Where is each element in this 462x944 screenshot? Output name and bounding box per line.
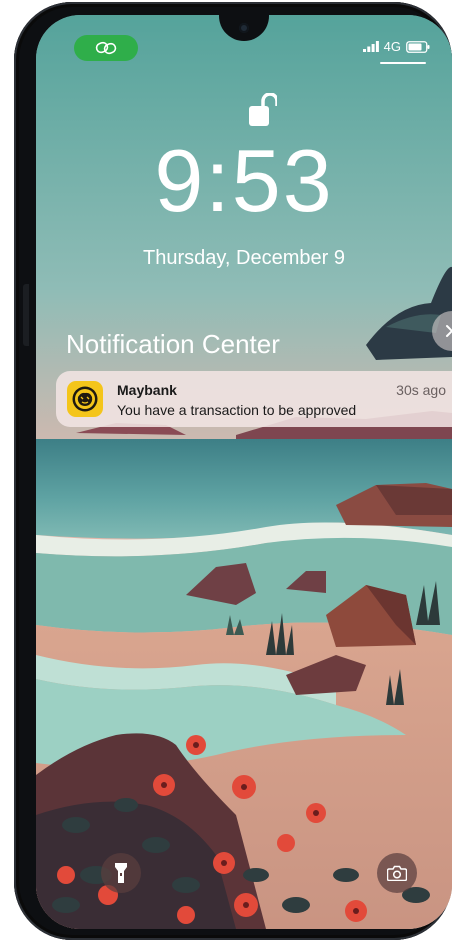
close-icon (446, 325, 452, 337)
notification-time: 30s ago (396, 382, 446, 398)
status-underline (380, 62, 426, 64)
lock-date: Thursday, December 9 (143, 247, 345, 269)
lock-clock: 9:53 (154, 131, 334, 230)
front-camera (239, 23, 249, 33)
camera-button[interactable] (377, 853, 417, 893)
notification-center-title: Notification Center (66, 329, 280, 359)
notification-card[interactable]: Maybank 30s ago You have a transaction t… (56, 371, 452, 427)
maybank-tiger-logo (72, 386, 98, 412)
notification-message: You have a transaction to be approved (117, 402, 357, 418)
network-type: 4G (383, 39, 401, 54)
flashlight-button[interactable] (101, 853, 141, 893)
battery-icon (406, 40, 430, 53)
camera-icon (387, 865, 407, 881)
lock-screen: 4G 9:53 Thursday, December 9 Notificatio… (36, 15, 452, 929)
maybank-app-icon (67, 381, 103, 417)
phone-frame: 4G 9:53 Thursday, December 9 Notificatio… (14, 2, 452, 940)
link-status-pill[interactable] (74, 35, 138, 61)
status-indicators: 4G (362, 39, 430, 54)
side-button (23, 284, 29, 346)
unlocked-padlock-icon (249, 93, 277, 126)
notification-app-name: Maybank (117, 382, 177, 398)
flashlight-icon (115, 863, 127, 883)
signal-icon (362, 41, 379, 52)
link-icon (95, 41, 117, 55)
